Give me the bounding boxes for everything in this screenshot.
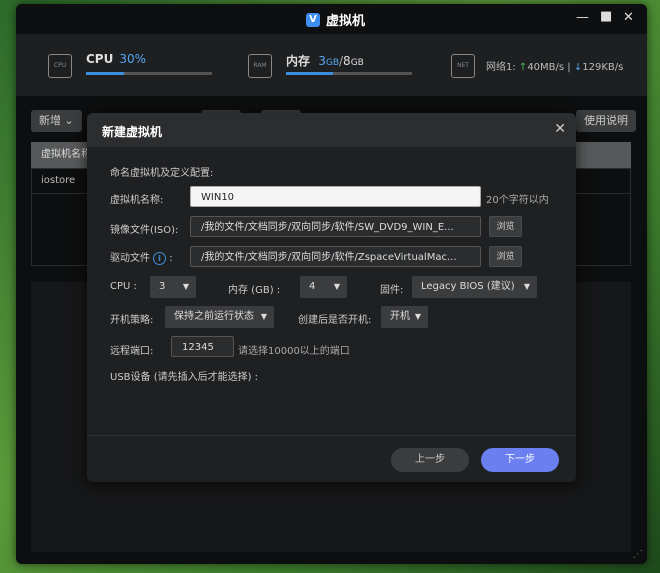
- resize-grip-icon[interactable]: ⋰: [633, 549, 643, 560]
- app-logo-icon: V: [306, 12, 320, 27]
- app-title: V 虚拟机: [306, 10, 365, 29]
- memory-usage-bar: [286, 72, 412, 75]
- vm-name-input[interactable]: WIN10: [190, 186, 481, 207]
- vm-name-label: 虚拟机名称:: [110, 195, 164, 206]
- cpu-value: 30%: [119, 52, 147, 66]
- resource-stats-bar: CPU CPU 30% RAM 内存 3GB/8GB NET 网络1: ↑40MB…: [16, 34, 647, 96]
- memory-size-select[interactable]: 4 ▼: [300, 276, 347, 298]
- dialog-header: 新建虚拟机 ✕: [87, 113, 576, 147]
- cpu-stat: CPU 30%: [86, 52, 146, 66]
- cpu-usage-fill: [86, 72, 124, 75]
- chevron-down-icon: ⌄: [64, 114, 74, 127]
- minimize-icon[interactable]: —: [576, 11, 589, 25]
- boot-policy-select[interactable]: 保持之前运行状态 ▼: [165, 306, 274, 328]
- autostart-label: 创建后是否开机:: [298, 315, 372, 326]
- column-header-name: 虚拟机名称: [41, 149, 91, 160]
- help-button[interactable]: 使用说明: [576, 110, 636, 132]
- upload-speed: 40MB/s: [527, 62, 565, 73]
- memory-label: 内存: [286, 54, 311, 68]
- caret-down-icon: ▼: [182, 282, 189, 291]
- memory-chip-icon: RAM: [248, 54, 272, 78]
- download-speed: 129KB/s: [582, 62, 624, 73]
- memory-size-label: 内存 (GB) :: [228, 285, 281, 296]
- driver-label: 驱动文件 i :: [110, 251, 173, 265]
- cpu-count-select[interactable]: 3 ▼: [150, 276, 196, 298]
- caret-down-icon: ▼: [333, 282, 340, 291]
- next-step-button[interactable]: 下一步: [481, 448, 559, 472]
- dialog-title: 新建虚拟机: [102, 125, 163, 139]
- new-dropdown-button[interactable]: 新增 ⌄: [31, 110, 82, 132]
- cpu-count-label: CPU :: [110, 281, 137, 292]
- driver-browse-button[interactable]: 浏览: [489, 246, 522, 267]
- autostart-select[interactable]: 开机 ▼: [381, 306, 428, 328]
- close-window-icon[interactable]: ✕: [623, 11, 634, 25]
- new-vm-dialog: 新建虚拟机 ✕ 命名虚拟机及定义配置: 虚拟机名称: WIN10 20个字符以内…: [87, 113, 576, 482]
- usb-device-label: USB设备 (请先插入后才能选择) :: [110, 372, 259, 383]
- info-icon[interactable]: i: [153, 251, 166, 265]
- caret-down-icon: ▼: [414, 312, 421, 321]
- dialog-footer-divider: [87, 435, 576, 436]
- dialog-subtitle: 命名虚拟机及定义配置:: [110, 168, 214, 179]
- firmware-label: 固件:: [380, 285, 404, 296]
- network-stat: 网络1: ↑40MB/s | ↓129KB/s: [486, 62, 624, 73]
- previous-step-button[interactable]: 上一步: [391, 448, 469, 472]
- boot-policy-label: 开机策略:: [110, 315, 154, 326]
- iso-path-field[interactable]: /我的文件/文档同步/双向同步/软件/SW_DVD9_WIN_E...: [190, 216, 481, 237]
- cpu-chip-icon: CPU: [48, 54, 72, 78]
- vm-name-hint: 20个字符以内: [486, 195, 549, 206]
- iso-label: 镜像文件(ISO):: [110, 225, 179, 236]
- caret-down-icon: ▼: [523, 282, 530, 291]
- app-title-text: 虚拟机: [326, 14, 366, 29]
- memory-used: 3GB: [318, 54, 339, 68]
- remote-port-hint: 请选择10000以上的端口: [238, 346, 350, 357]
- driver-path-field[interactable]: /我的文件/文档同步/双向同步/软件/ZspaceVirtualMac...: [190, 246, 481, 267]
- remote-port-label: 远程端口:: [110, 346, 154, 357]
- vm-name-cell: iostore: [41, 175, 76, 186]
- firmware-select[interactable]: Legacy BIOS (建议) ▼: [412, 276, 537, 298]
- remote-port-input[interactable]: 12345: [171, 336, 234, 357]
- memory-stat: 内存 3GB/8GB: [286, 54, 364, 68]
- caret-down-icon: ▼: [260, 312, 267, 321]
- download-arrow-icon: ↓: [573, 62, 583, 73]
- title-bar: V 虚拟机 — ■ ✕: [16, 4, 647, 34]
- iso-browse-button[interactable]: 浏览: [489, 216, 522, 237]
- close-icon[interactable]: ✕: [554, 121, 566, 137]
- memory-usage-fill: [286, 72, 334, 75]
- network-chip-icon: NET: [451, 54, 475, 78]
- cpu-label: CPU: [86, 52, 114, 66]
- maximize-icon[interactable]: ■: [600, 10, 612, 24]
- memory-total: 8GB: [343, 54, 364, 68]
- cpu-usage-bar: [86, 72, 212, 75]
